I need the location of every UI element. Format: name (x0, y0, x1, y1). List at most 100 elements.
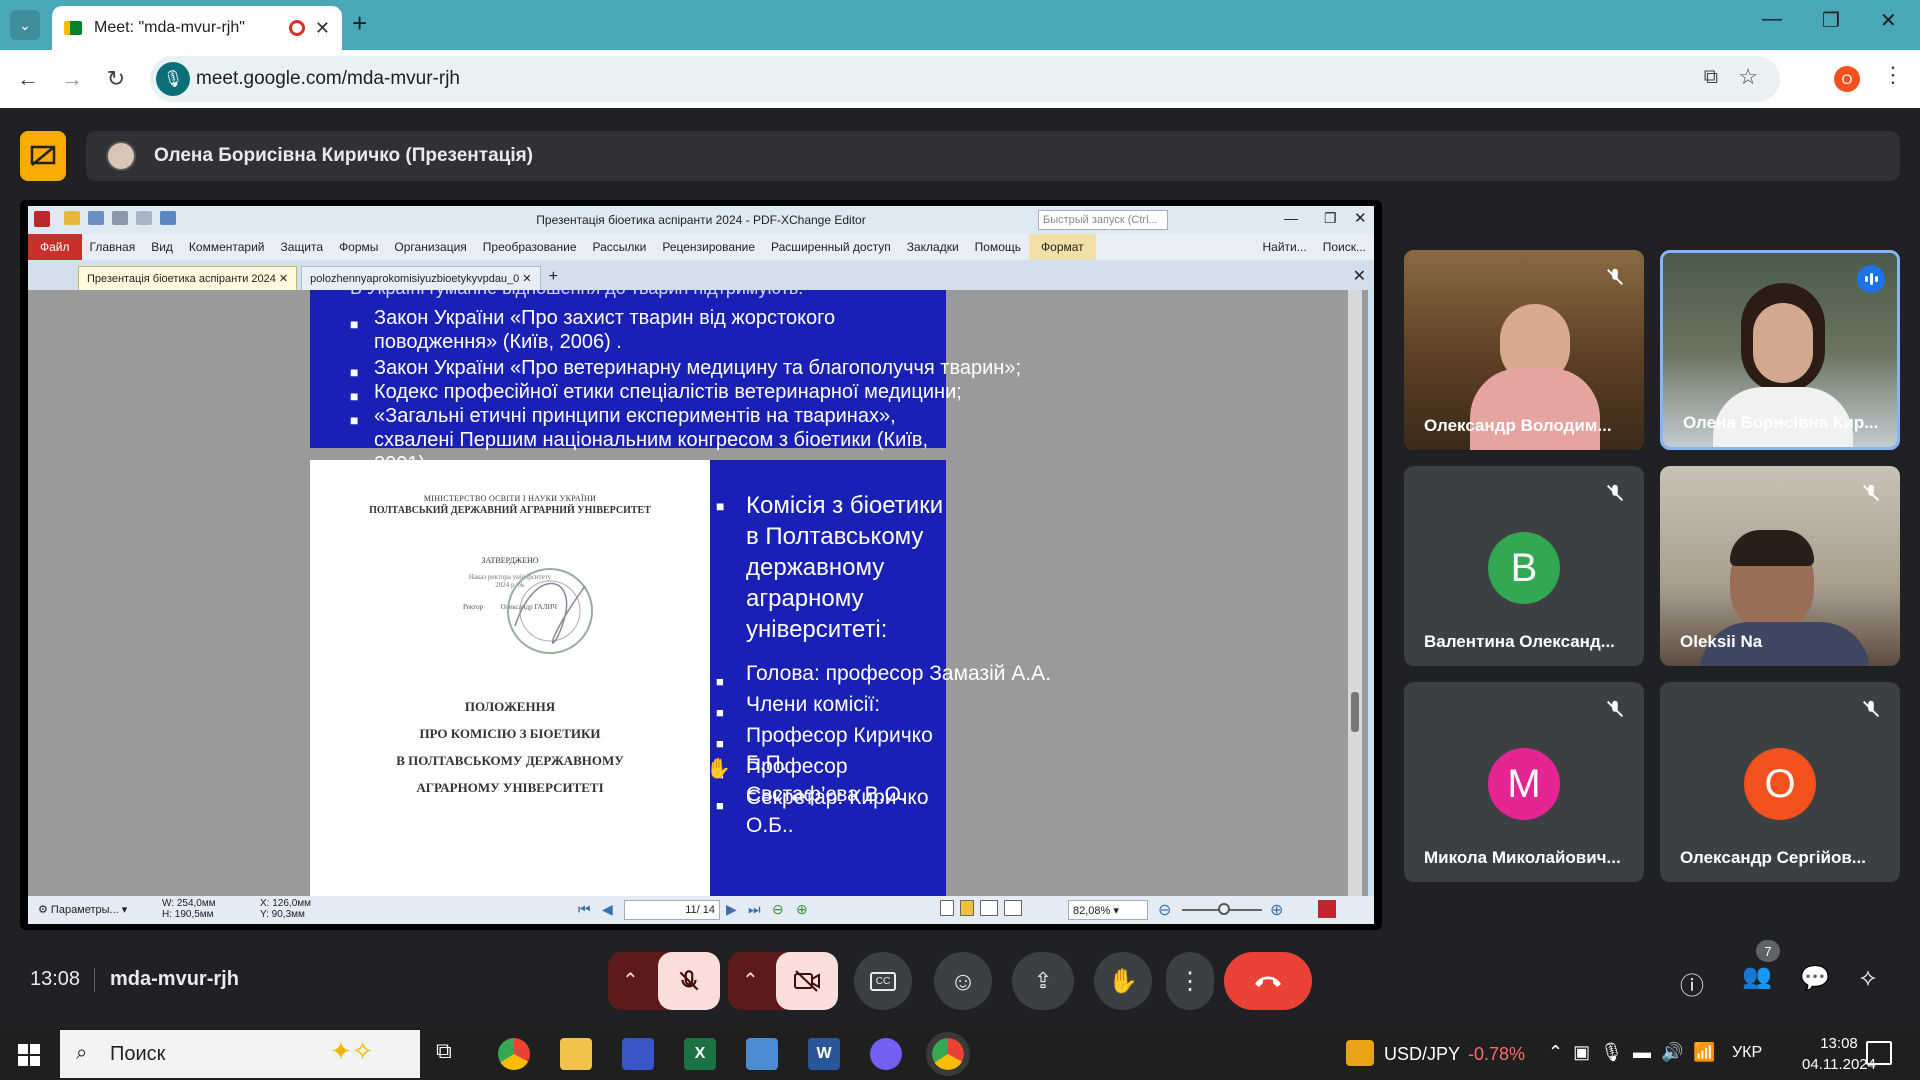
captions-button[interactable]: CC (854, 952, 912, 1010)
activities-icon[interactable]: ⟡ (1860, 964, 1876, 992)
participant-tile[interactable]: Олександр Володим... (1404, 250, 1644, 450)
excel-icon[interactable]: X (684, 1038, 716, 1070)
file-explorer-icon[interactable] (560, 1038, 592, 1070)
facing-continuous-icon[interactable] (1004, 900, 1022, 916)
participant-tile[interactable]: Oleksii Na (1660, 466, 1900, 666)
pdf-close-button[interactable]: ✕ (1354, 209, 1367, 227)
menu-share[interactable]: Расширенный доступ (763, 240, 899, 254)
calculator-icon[interactable] (746, 1038, 778, 1070)
currency-widget-icon[interactable] (1346, 1040, 1374, 1066)
menu-forms[interactable]: Формы (331, 240, 386, 254)
pdf-scrollbar[interactable] (1348, 290, 1362, 896)
pdf-tab-second[interactable]: polozhennyaprokomisiyuzbioetykyvpdau_0 ✕ (301, 266, 541, 290)
word-icon[interactable]: W (808, 1038, 840, 1070)
task-view-icon[interactable]: ⧉ (436, 1038, 468, 1070)
page-layout-buttons[interactable] (940, 900, 1060, 920)
language-indicator[interactable]: УКР (1732, 1044, 1762, 1062)
first-page-button[interactable]: ⏮ (578, 901, 591, 918)
taskbar-search[interactable]: ⌕ Поиск ✦✧ (60, 1030, 420, 1078)
back-view-button[interactable]: ⊖ (772, 901, 784, 918)
last-page-button[interactable]: ⏭ (748, 901, 761, 918)
zoom-input[interactable]: 82,08% ▾ (1068, 900, 1148, 920)
pdf-tab-active[interactable]: Презентація біоетика аспіранти 2024 ✕ (78, 266, 298, 290)
menu-file[interactable]: Файл (28, 234, 82, 260)
more-options-button[interactable]: ⋮ (1166, 952, 1214, 1010)
prev-page-button[interactable]: ◀ (602, 901, 613, 918)
pdf-minimize-button[interactable]: — (1284, 210, 1298, 226)
chrome-taskbar-icon[interactable] (498, 1038, 530, 1070)
menu-bookmarks[interactable]: Закладки (899, 240, 967, 254)
save-app-icon[interactable] (622, 1038, 654, 1070)
save-icon[interactable] (88, 211, 104, 225)
participant-tile[interactable]: М Микола Миколайович... (1404, 682, 1644, 882)
notification-icon[interactable] (1866, 1041, 1892, 1065)
presentation-icon[interactable] (20, 131, 66, 181)
facing-icon[interactable] (980, 900, 998, 916)
zoom-slider-thumb[interactable] (1218, 903, 1230, 915)
menu-comment[interactable]: Комментарий (181, 240, 273, 254)
people-icon[interactable]: 👥 (1742, 962, 1772, 991)
menu-find[interactable]: Найти... (1254, 240, 1314, 254)
menu-view[interactable]: Вид (143, 240, 181, 254)
scan-icon[interactable] (160, 211, 176, 225)
page-number-input[interactable]: 11/ 14 (624, 900, 720, 920)
camera-options-chevron-icon[interactable]: ⌃ (742, 968, 759, 993)
start-button[interactable] (18, 1044, 40, 1066)
menu-review[interactable]: Рецензирование (654, 240, 763, 254)
back-button[interactable]: ← (8, 59, 48, 99)
minimize-button[interactable]: — (1762, 8, 1782, 31)
end-call-button[interactable] (1224, 952, 1312, 1010)
pdf-new-tab-button[interactable]: + (541, 264, 566, 290)
forward-view-button[interactable]: ⊕ (796, 901, 808, 918)
quick-launch-input[interactable]: Быстрый запуск (Ctrl... (1038, 210, 1168, 230)
forward-button[interactable]: → (52, 59, 92, 99)
mic-permission-icon[interactable]: 🎙 (156, 62, 190, 96)
bookmark-star-icon[interactable]: ☆ (1738, 64, 1758, 90)
tab-search-icon[interactable]: ⌄ (10, 10, 40, 40)
next-page-button[interactable]: ▶ (726, 901, 737, 918)
chrome-active-icon[interactable] (926, 1032, 970, 1076)
new-tab-button[interactable]: + (352, 8, 367, 39)
reactions-button[interactable]: ☺ (934, 952, 992, 1010)
participant-tile[interactable]: В Валентина Олександ... (1404, 466, 1644, 666)
participant-tile[interactable]: О Олександр Сергійов... (1660, 682, 1900, 882)
profile-avatar[interactable]: O (1834, 66, 1860, 92)
params-button[interactable]: ⚙ Параметры... ▾ (38, 903, 127, 916)
zoom-in-button[interactable]: ⊕ (1270, 900, 1283, 920)
print-icon[interactable] (112, 211, 128, 225)
email-icon[interactable] (136, 211, 152, 225)
menu-home[interactable]: Главная (82, 240, 144, 254)
continuous-icon[interactable] (960, 900, 974, 916)
menu-help[interactable]: Помощь (967, 240, 1029, 254)
meeting-info-icon[interactable]: ⓘ (1680, 966, 1704, 1001)
reload-button[interactable]: ↻ (96, 59, 136, 99)
menu-organize[interactable]: Организация (386, 240, 474, 254)
menu-protect[interactable]: Защита (273, 240, 332, 254)
present-button[interactable]: ⇪ (1012, 952, 1074, 1010)
menu-convert[interactable]: Преобразование (475, 240, 585, 254)
open-icon[interactable] (64, 211, 80, 225)
menu-search[interactable]: Поиск... (1315, 240, 1374, 254)
address-bar[interactable]: 🎙 meet.google.com/mda-mvur-rjh ⧉ ☆ (150, 56, 1780, 102)
quick-access-toolbar[interactable] (64, 211, 224, 229)
tab-close-icon[interactable]: ✕ (315, 18, 330, 39)
close-window-button[interactable]: ✕ (1880, 8, 1897, 33)
zoom-out-button[interactable]: ⊖ (1158, 900, 1171, 920)
pdf-restore-button[interactable]: ❐ (1324, 210, 1337, 227)
camera-toggle-button[interactable] (776, 952, 838, 1010)
pdf-document-view[interactable]: В Україні гуманне відношення до тварин п… (28, 290, 1368, 896)
viber-icon[interactable] (870, 1038, 902, 1070)
translate-icon[interactable]: ⧉ (1704, 66, 1718, 89)
chat-icon[interactable]: 💬 (1800, 964, 1830, 993)
browser-tab-meet[interactable]: Meet: "mda-mvur-rjh" ✕ (52, 6, 342, 50)
menu-mailings[interactable]: Рассылки (585, 240, 655, 254)
pdf-close-doc-button[interactable]: ✕ (1345, 262, 1374, 290)
mic-toggle-button[interactable] (658, 952, 720, 1010)
browser-menu-icon[interactable]: ⋮ (1882, 62, 1904, 88)
mic-options-chevron-icon[interactable]: ⌃ (622, 968, 639, 993)
restore-button[interactable]: ❐ (1822, 8, 1840, 33)
system-tray-icons[interactable]: ⌃▣🎙▬🔊📶 (1548, 1042, 1726, 1063)
participant-tile-speaking[interactable]: Олена Борисівна Кир... (1660, 250, 1900, 450)
raise-hand-button[interactable]: ✋ (1094, 952, 1152, 1010)
menu-format[interactable]: Формат (1029, 234, 1096, 260)
